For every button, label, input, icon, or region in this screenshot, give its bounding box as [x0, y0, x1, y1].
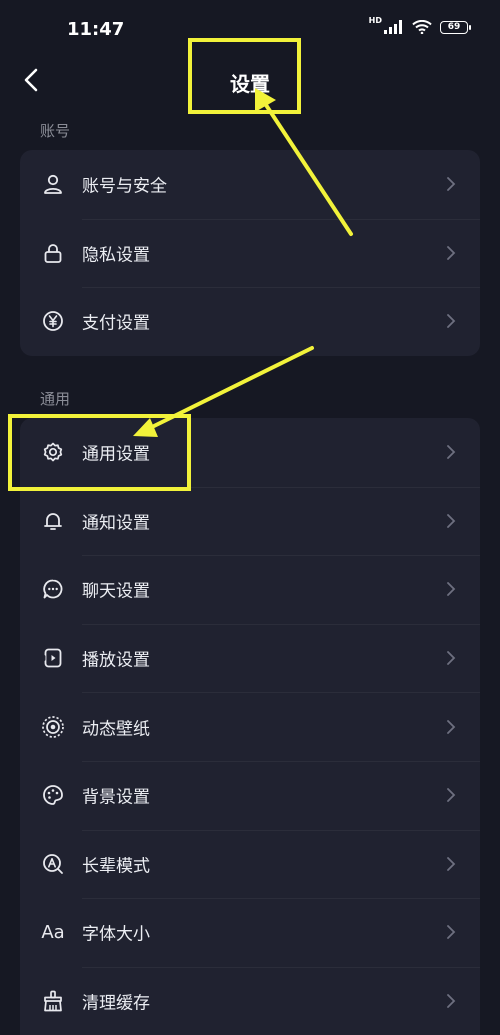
elder-mode-label: 长辈模式 [82, 856, 150, 877]
chevron-right-icon [447, 582, 456, 597]
chevron-right-icon [447, 177, 456, 192]
chat-settings-label: 聊天设置 [82, 581, 150, 602]
font-size-label: 字体大小 [82, 924, 150, 945]
chevron-right-icon [447, 719, 456, 734]
status-time: 11:47 [67, 19, 125, 40]
annotation-box-title [188, 38, 301, 114]
broom-icon [41, 989, 65, 1013]
payment-settings-label: 支付设置 [82, 313, 150, 334]
annotation-box-general [8, 414, 191, 491]
chevron-right-icon [447, 788, 456, 803]
chat-bubble-icon [41, 577, 65, 601]
payment-settings-item[interactable]: 支付设置 [20, 287, 480, 356]
dynamic-wallpaper-label: 动态壁纸 [82, 719, 150, 740]
playback-settings-item[interactable]: 播放设置 [20, 623, 480, 693]
chevron-right-icon [447, 513, 456, 528]
chevron-right-icon [447, 314, 456, 329]
chevron-right-icon [447, 651, 456, 665]
chevron-right-icon [447, 856, 456, 871]
font-size-icon: Aa [41, 921, 65, 943]
elder-mode-icon [41, 852, 65, 876]
battery-icon: 69 [440, 20, 471, 34]
yen-icon [41, 309, 65, 333]
dynamic-wallpaper-icon [41, 715, 65, 739]
privacy-settings-item[interactable]: 隐私设置 [20, 218, 480, 288]
chevron-right-icon [447, 925, 456, 940]
notification-settings-label: 通知设置 [82, 513, 150, 534]
palette-icon [41, 783, 65, 807]
network-type: HD [368, 16, 382, 25]
section-label-account: 账号 [40, 122, 71, 140]
account-settings-card: 账号与安全 隐私设置 支付设置 [20, 150, 480, 356]
clear-cache-label: 清理缓存 [82, 993, 150, 1014]
lock-icon [41, 241, 65, 265]
chevron-right-icon [447, 445, 456, 460]
clear-cache-item[interactable]: 清理缓存 [20, 966, 480, 1035]
background-settings-item[interactable]: 背景设置 [20, 760, 480, 830]
account-security-label: 账号与安全 [82, 176, 167, 197]
chat-settings-item[interactable]: 聊天设置 [20, 555, 480, 624]
chevron-right-icon [447, 994, 456, 1008]
dynamic-wallpaper-item[interactable]: 动态壁纸 [20, 692, 480, 761]
chevron-right-icon [447, 245, 456, 260]
notification-settings-item[interactable]: 通知设置 [20, 486, 480, 556]
section-label-general: 通用 [40, 390, 71, 408]
privacy-settings-label: 隐私设置 [82, 245, 150, 266]
account-security-item[interactable]: 账号与安全 [20, 150, 480, 219]
background-settings-label: 背景设置 [82, 787, 150, 808]
elder-mode-item[interactable]: 长辈模式 [20, 829, 480, 899]
status-icons: HD 69 [368, 16, 471, 34]
bell-icon [41, 509, 65, 533]
user-icon [41, 172, 65, 196]
general-settings-card: 通用设置 通知设置 聊天设置 播放设置 动态壁纸 背景设置 长辈模式 Aa 字体… [20, 418, 480, 1035]
battery-level: 69 [447, 21, 461, 32]
play-settings-icon [41, 646, 65, 670]
playback-settings-label: 播放设置 [82, 650, 150, 671]
wifi-icon [412, 20, 432, 34]
signal-icon [384, 20, 402, 34]
font-size-item[interactable]: Aa 字体大小 [20, 898, 480, 967]
